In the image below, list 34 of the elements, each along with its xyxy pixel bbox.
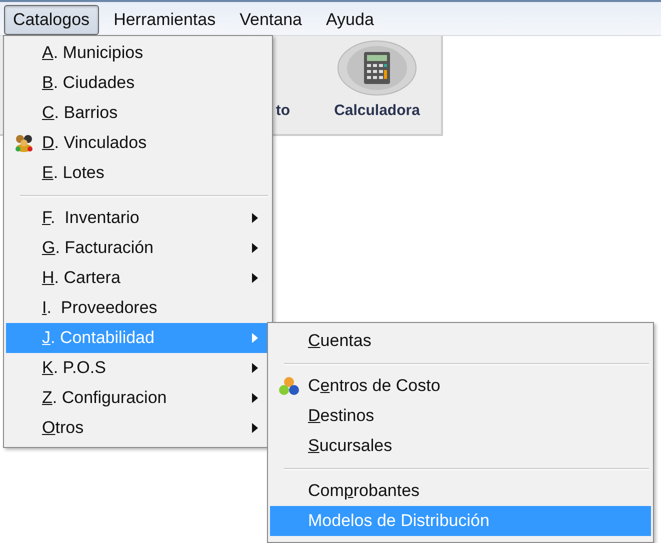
menu-item[interactable]: H. Cartera — [6, 263, 270, 293]
menu-item[interactable]: Ayuda — [317, 4, 383, 34]
toolbar-button[interactable]: Calculadora — [322, 40, 432, 119]
menu-item[interactable]: A. Municipios — [6, 38, 270, 68]
button-label: to — [276, 102, 290, 119]
menu-item[interactable]: Catalogos — [4, 4, 99, 34]
spheres-icon — [279, 376, 299, 396]
submenu-arrow-icon — [252, 363, 258, 373]
submenu-arrow-icon — [252, 213, 258, 223]
menu-item[interactable]: C. Barrios — [6, 98, 270, 128]
menu-item[interactable]: Otros — [6, 413, 270, 443]
submenu-arrow-icon — [252, 273, 258, 283]
menu-item[interactable]: Z. Configuracion — [6, 383, 270, 413]
menu-item[interactable]: Ventana — [230, 4, 312, 34]
menu-item[interactable]: F. Inventario — [6, 203, 270, 233]
menu-item[interactable]: Herramientas — [104, 4, 225, 34]
menu-item[interactable]: Sucursales — [270, 431, 651, 461]
menu-item[interactable]: Centros de Costo — [270, 371, 651, 401]
menu-item[interactable]: G. Facturación — [6, 233, 270, 263]
menu-item[interactable]: Comprobantes — [270, 476, 651, 506]
submenu-arrow-icon — [252, 423, 258, 433]
menu-item[interactable]: B. Ciudades — [6, 68, 270, 98]
button-label: Calculadora — [334, 102, 420, 119]
submenu-arrow-icon — [252, 393, 258, 403]
submenu-arrow-icon — [252, 243, 258, 253]
calculator-icon — [337, 40, 417, 96]
menu-item[interactable]: D. Vinculados — [6, 128, 270, 158]
menu-item[interactable]: E. Lotes — [6, 158, 270, 188]
menu-item[interactable]: Destinos — [270, 401, 651, 431]
menu-item[interactable]: I. Proveedores — [6, 293, 270, 323]
menu-item[interactable]: K. P.O.S — [6, 353, 270, 383]
submenu-arrow-icon — [252, 333, 258, 343]
people-icon — [14, 133, 34, 153]
menu-item[interactable]: Cuentas — [270, 326, 651, 356]
